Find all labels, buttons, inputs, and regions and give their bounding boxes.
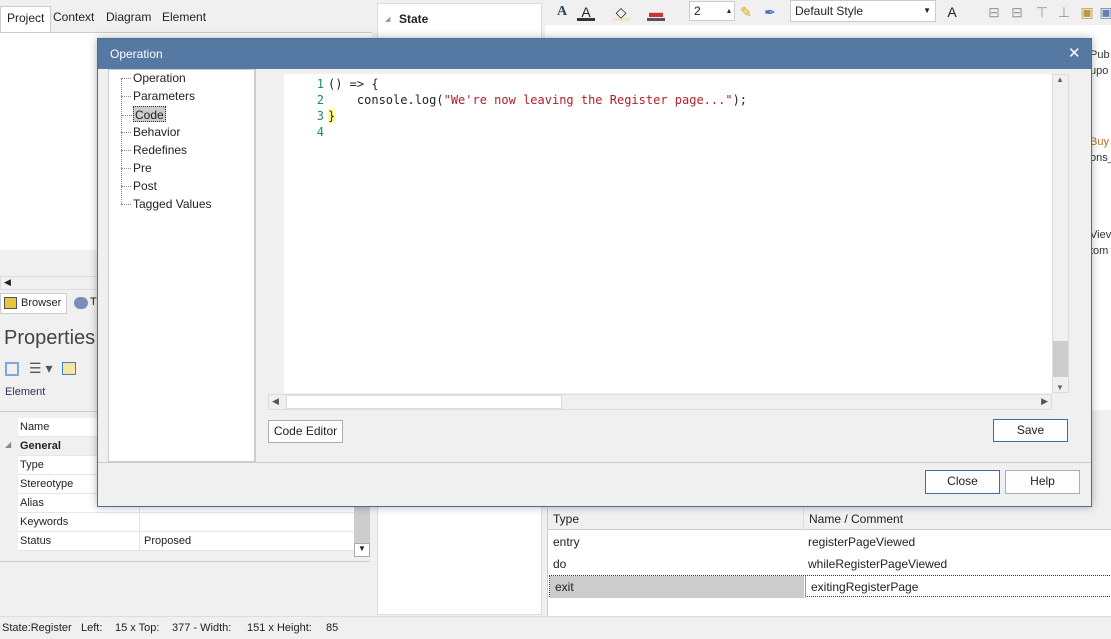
tab-element[interactable]: Element (156, 6, 212, 32)
font-icon[interactable]: A (553, 3, 571, 21)
help-button[interactable]: Help (1005, 470, 1080, 494)
status-left-label: Left: (81, 622, 103, 634)
team-icon (74, 297, 88, 309)
dialog-title: Operation (110, 47, 163, 61)
eyedropper-icon[interactable]: ✒ (761, 3, 779, 21)
table-row[interactable]: do whileRegisterPageViewed (548, 553, 1111, 575)
format-painter-icon[interactable]: ✎ (737, 3, 755, 21)
table-header: Type Name / Comment (548, 508, 1111, 530)
diagram-text: Pub (1090, 49, 1110, 61)
divider (0, 561, 370, 562)
tab-project[interactable]: Project (0, 6, 52, 32)
code-vscrollbar[interactable]: ▲ ▼ (1052, 74, 1069, 393)
dialog-titlebar[interactable]: Operation ✕ (98, 39, 1091, 69)
code-editor-button[interactable]: Code Editor (268, 420, 343, 443)
prop-row-keywords[interactable]: Keywords (18, 513, 354, 532)
behavior-table: Type Name / Comment entry registerPageVie… (547, 508, 1111, 616)
code-editor[interactable]: 1() => { 2 console.log("We're now leavin… (284, 74, 1052, 393)
nav-parameters[interactable]: Parameters (120, 88, 195, 104)
bring-front-icon[interactable]: ▣ (1078, 3, 1096, 21)
code-hscrollbar[interactable]: ◀ ▶ (268, 394, 1052, 410)
status-height: 85 (326, 622, 339, 634)
send-back-icon[interactable]: ▣ (1097, 3, 1111, 21)
save-icon[interactable] (5, 362, 19, 376)
status-left: 15 x Top: (115, 622, 160, 634)
tab-team-label: T (90, 296, 97, 308)
element-section-tab[interactable]: Element (5, 386, 45, 398)
format-toolbar: A A ◇ ▬ 2 ▴ ✎ ✒ Default Style ▼ A ⊟ ⊟ ⊤ ⊥ … (545, 0, 1111, 25)
prop-row-status[interactable]: Status Proposed (18, 532, 354, 551)
close-button[interactable]: Close (925, 470, 1000, 494)
dialog-nav-tree: Operation Parameters Code Behavior Redef… (108, 69, 255, 462)
state-header: State (399, 12, 429, 26)
code-line: 3} (316, 109, 336, 123)
table-row-selected[interactable]: exit exitingRegisterPage (549, 575, 1111, 598)
status-element: State:Register (2, 622, 72, 634)
properties-title: Properties (4, 327, 96, 349)
table-row[interactable]: entry registerPageViewed (548, 531, 1111, 553)
tab-team[interactable]: T (70, 293, 100, 314)
nav-operation[interactable]: Operation (121, 70, 186, 86)
divider (98, 462, 1091, 463)
nav-tagged-values[interactable]: Tagged Values (121, 196, 212, 212)
browser-icon (4, 297, 17, 309)
line-width-stepper[interactable]: 2 ▴ (689, 1, 735, 21)
nav-behavior[interactable]: Behavior (120, 124, 180, 140)
properties-icon[interactable] (62, 362, 76, 375)
line-color-icon[interactable]: ▬ (647, 3, 665, 21)
code-line: 4 (316, 125, 324, 139)
status-bar: State:Register Left: 15 x Top: 377 - Wid… (0, 616, 1111, 639)
nav-pre[interactable]: Pre (121, 160, 152, 176)
close-icon[interactable]: ✕ (1068, 44, 1081, 62)
tab-diagram[interactable]: Diagram (100, 6, 157, 32)
text-style-icon[interactable]: A (943, 3, 961, 21)
nav-code[interactable]: Code (122, 106, 166, 122)
diagram-text: tom (1090, 245, 1109, 257)
font-color-icon[interactable]: A (577, 3, 595, 21)
style-select[interactable]: Default Style ▼ (790, 0, 936, 22)
divider (255, 69, 256, 462)
align-right-icon[interactable]: ⊟ (1008, 3, 1026, 21)
code-line: 2 console.log("We're now leaving the Reg… (316, 93, 748, 107)
expand-icon[interactable]: ◢ (385, 15, 390, 23)
code-line: 1() => { (316, 77, 379, 91)
tab-browser[interactable]: Browser (0, 293, 67, 314)
align-top-icon[interactable]: ⊤ (1033, 3, 1051, 21)
save-button[interactable]: Save (993, 419, 1068, 442)
tab-browser-label: Browser (21, 297, 62, 309)
diagram-text: Viev (1090, 229, 1111, 241)
nav-redefines[interactable]: Redefines (120, 142, 187, 158)
status-width: 151 x Height: (247, 622, 312, 634)
collapse-icon[interactable]: ◢ (5, 440, 11, 449)
status-top: 377 - Width: (172, 622, 232, 634)
align-bottom-icon[interactable]: ⊥ (1055, 3, 1073, 21)
tab-context[interactable]: Context (47, 6, 100, 32)
nav-post[interactable]: Post (120, 178, 157, 194)
diagram-text: ons_ (1090, 152, 1111, 164)
scroll-thumb[interactable] (286, 395, 562, 409)
scroll-thumb[interactable] (1053, 341, 1068, 377)
diagram-text: upo (1090, 65, 1109, 77)
column-header-name[interactable]: Name / Comment (803, 508, 903, 530)
operation-dialog: Operation ✕ Operation Parameters Code Be… (97, 38, 1092, 507)
column-header-type[interactable]: Type (548, 508, 579, 530)
align-left-icon[interactable]: ⊟ (985, 3, 1003, 21)
fill-color-icon[interactable]: ◇ (612, 3, 630, 21)
menu-icon[interactable]: ☰ ▾ (29, 360, 52, 377)
